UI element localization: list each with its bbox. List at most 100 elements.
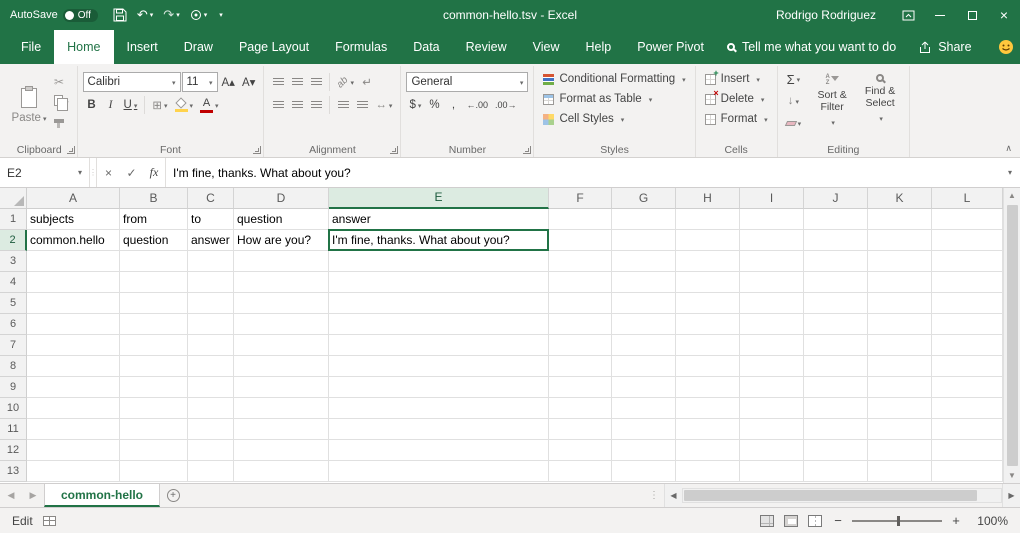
merge-center-button[interactable]: ↔: [372, 95, 395, 115]
row-header-1[interactable]: 1: [0, 209, 27, 230]
cell-e9[interactable]: [329, 377, 549, 398]
tab-formulas[interactable]: Formulas: [322, 30, 400, 64]
cell-h4[interactable]: [676, 272, 740, 293]
column-header-g[interactable]: G: [612, 188, 676, 209]
macro-record-icon[interactable]: [43, 516, 56, 526]
align-right-button[interactable]: [307, 95, 325, 115]
row-header-6[interactable]: 6: [0, 314, 27, 335]
cell-a4[interactable]: [27, 272, 120, 293]
merge-center-dropdown-icon[interactable]: [387, 99, 393, 111]
conditional-formatting-button[interactable]: Conditional Formatting: [539, 69, 689, 89]
middle-align-button[interactable]: [288, 72, 306, 92]
cell-i8[interactable]: [740, 356, 804, 377]
cell-e8[interactable]: [329, 356, 549, 377]
accounting-format-button[interactable]: $: [406, 95, 424, 115]
cell-f11[interactable]: [549, 419, 612, 440]
cell-l11[interactable]: [932, 419, 1003, 440]
formula-input[interactable]: I'm fine, thanks. What about you?: [166, 158, 1000, 187]
cell-a8[interactable]: [27, 356, 120, 377]
cell-f13[interactable]: [549, 461, 612, 482]
cell-i10[interactable]: [740, 398, 804, 419]
format-cells-dropdown-icon[interactable]: [762, 113, 768, 125]
cell-g2[interactable]: [612, 230, 676, 251]
column-header-k[interactable]: K: [868, 188, 932, 209]
cell-j9[interactable]: [804, 377, 868, 398]
select-all-button[interactable]: [0, 188, 27, 209]
autosave-toggle[interactable]: AutoSave Off: [10, 9, 98, 22]
orientation-button[interactable]: ab: [334, 72, 357, 92]
cell-b2[interactable]: question: [120, 230, 188, 251]
save-button[interactable]: [108, 0, 132, 30]
cell-k3[interactable]: [868, 251, 932, 272]
cell-l4[interactable]: [932, 272, 1003, 293]
font-color-button[interactable]: A: [197, 95, 222, 115]
alignment-dialog-launcher[interactable]: [390, 146, 398, 154]
cell-b8[interactable]: [120, 356, 188, 377]
close-button[interactable]: ×: [988, 0, 1020, 30]
cell-f1[interactable]: [549, 209, 612, 230]
underline-button[interactable]: U: [121, 95, 141, 115]
sheet-tab-common-hello[interactable]: common-hello: [44, 484, 160, 507]
cell-b11[interactable]: [120, 419, 188, 440]
cell-i5[interactable]: [740, 293, 804, 314]
undo-button[interactable]: ↶▾: [132, 0, 158, 30]
cell-c12[interactable]: [188, 440, 234, 461]
cell-h8[interactable]: [676, 356, 740, 377]
page-layout-view-button[interactable]: [784, 515, 798, 527]
cell-f3[interactable]: [549, 251, 612, 272]
cell-j13[interactable]: [804, 461, 868, 482]
column-header-b[interactable]: B: [120, 188, 188, 209]
cell-i13[interactable]: [740, 461, 804, 482]
cell-c5[interactable]: [188, 293, 234, 314]
cell-l6[interactable]: [932, 314, 1003, 335]
fill-button[interactable]: ↓: [783, 91, 805, 111]
cell-b3[interactable]: [120, 251, 188, 272]
cell-g11[interactable]: [612, 419, 676, 440]
cell-l10[interactable]: [932, 398, 1003, 419]
fill-dropdown-icon[interactable]: [793, 95, 799, 107]
autosum-button[interactable]: Σ: [783, 69, 805, 89]
new-sheet-button[interactable]: +: [160, 484, 186, 507]
cell-e10[interactable]: [329, 398, 549, 419]
tab-draw[interactable]: Draw: [171, 30, 226, 64]
font-name-combo[interactable]: Calibri: [83, 72, 181, 92]
cell-a5[interactable]: [27, 293, 120, 314]
format-as-table-button[interactable]: Format as Table: [539, 89, 689, 109]
wrap-text-button[interactable]: ↵: [358, 72, 376, 92]
zoom-in-button[interactable]: +: [950, 513, 962, 528]
fill-color-dropdown-icon[interactable]: [188, 99, 194, 111]
cell-a13[interactable]: [27, 461, 120, 482]
cell-a9[interactable]: [27, 377, 120, 398]
cell-j1[interactable]: [804, 209, 868, 230]
feedback-smiley-button[interactable]: [984, 30, 1020, 64]
row-header-11[interactable]: 11: [0, 419, 27, 440]
cell-i1[interactable]: [740, 209, 804, 230]
cell-a12[interactable]: [27, 440, 120, 461]
cell-j8[interactable]: [804, 356, 868, 377]
cell-b9[interactable]: [120, 377, 188, 398]
delete-cells-button[interactable]: Delete: [701, 89, 772, 109]
page-break-view-button[interactable]: [808, 515, 822, 527]
cell-d8[interactable]: [234, 356, 329, 377]
row-header-5[interactable]: 5: [0, 293, 27, 314]
italic-button[interactable]: I: [102, 95, 120, 115]
cell-k11[interactable]: [868, 419, 932, 440]
cell-g12[interactable]: [612, 440, 676, 461]
row-header-9[interactable]: 9: [0, 377, 27, 398]
row-header-8[interactable]: 8: [0, 356, 27, 377]
increase-font-size-button[interactable]: A▴: [219, 72, 238, 92]
horizontal-scrollbar[interactable]: [682, 488, 1002, 503]
cell-k13[interactable]: [868, 461, 932, 482]
zoom-slider-thumb[interactable]: [897, 516, 900, 526]
cell-i2[interactable]: [740, 230, 804, 251]
name-box-dropdown-icon[interactable]: ▾: [78, 168, 82, 177]
align-center-button[interactable]: [288, 95, 306, 115]
cell-f12[interactable]: [549, 440, 612, 461]
accounting-dropdown-icon[interactable]: [416, 99, 422, 111]
borders-button[interactable]: ⊞: [149, 95, 170, 115]
cell-e11[interactable]: [329, 419, 549, 440]
cell-d12[interactable]: [234, 440, 329, 461]
cell-f10[interactable]: [549, 398, 612, 419]
tab-page-layout[interactable]: Page Layout: [226, 30, 322, 64]
normal-view-button[interactable]: [760, 515, 774, 527]
